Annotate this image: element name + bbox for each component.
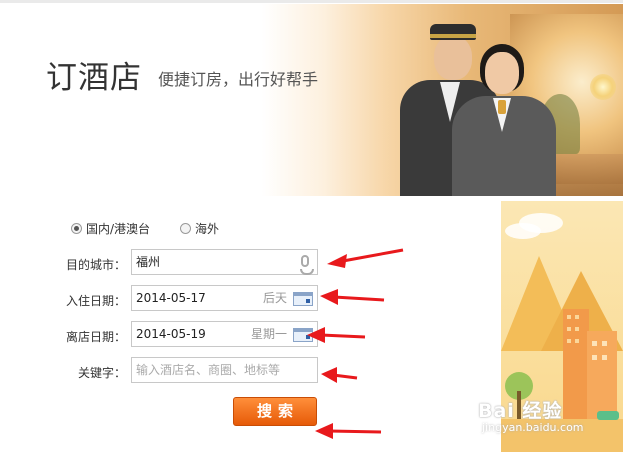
annotation-arrow — [313, 420, 383, 442]
receptionist-head — [485, 52, 519, 94]
search-button[interactable]: 搜索 — [233, 397, 317, 426]
microphone-icon[interactable] — [300, 255, 314, 275]
header-banner: 订酒店 便捷订房，出行好帮手 — [0, 4, 623, 196]
keyword-input[interactable]: 输入酒店名、商圈、地标等 — [131, 357, 318, 383]
checkin-day-hint: 后天 — [262, 291, 287, 305]
region-domestic-radio[interactable]: 国内/港澳台 — [71, 220, 150, 237]
city-label: 目的城市： — [65, 258, 126, 272]
annotation-arrow — [305, 324, 367, 346]
baidu-jingyan-watermark: Bai 经验 — [478, 400, 563, 422]
receptionist-scarf — [498, 100, 506, 114]
city-input[interactable]: 福州 — [131, 249, 318, 275]
doorman-hat-band — [430, 34, 476, 38]
checkout-date-input[interactable]: 2014-05-19 星期一 — [131, 321, 318, 347]
chandelier — [590, 74, 616, 100]
region-overseas-radio[interactable]: 海外 — [180, 220, 219, 237]
annotation-arrow — [319, 364, 359, 386]
checkout-value: 2014-05-19 — [136, 327, 206, 341]
keyword-label: 关键字： — [77, 366, 126, 380]
checkout-day-hint: 星期一 — [250, 327, 287, 341]
calendar-icon[interactable] — [293, 292, 313, 306]
checkin-label: 入住日期： — [65, 294, 126, 308]
annotation-arrow — [325, 247, 405, 273]
keyword-placeholder: 输入酒店名、商圈、地标等 — [136, 363, 281, 377]
annotation-arrow — [318, 286, 386, 308]
watermark-url: jingyan.baidu.com — [482, 421, 584, 434]
checkout-label: 离店日期： — [65, 330, 126, 344]
page-subtitle: 便捷订房，出行好帮手 — [158, 70, 319, 89]
checkin-date-input[interactable]: 2014-05-17 后天 — [131, 285, 318, 311]
top-divider — [0, 0, 623, 3]
checkin-value: 2014-05-17 — [136, 291, 206, 305]
city-value: 福州 — [136, 255, 161, 269]
radio-unselected-icon — [180, 223, 191, 234]
page-title: 订酒店 — [46, 60, 142, 96]
region-domestic-label: 国内/港澳台 — [86, 222, 151, 236]
doorman-head — [434, 36, 472, 80]
hotel-staff-photo — [390, 4, 623, 196]
radio-selected-icon — [71, 223, 82, 234]
region-overseas-label: 海外 — [195, 222, 220, 236]
